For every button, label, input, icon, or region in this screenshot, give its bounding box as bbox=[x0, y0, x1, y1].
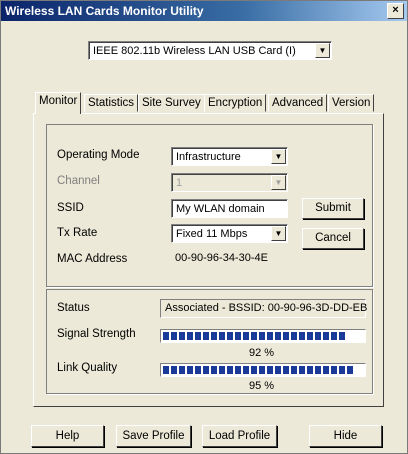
mac-address-label: MAC Address bbox=[57, 253, 128, 265]
adapter-select-value: IEEE 802.11b Wireless LAN USB Card (I) bbox=[93, 45, 296, 57]
save-profile-button[interactable]: Save Profile bbox=[116, 425, 191, 447]
help-button[interactable]: Help bbox=[31, 425, 104, 447]
operating-mode-select[interactable]: Infrastructure ▼ bbox=[171, 147, 288, 166]
operating-mode-value: Infrastructure bbox=[176, 151, 241, 163]
tab-monitor[interactable]: Monitor bbox=[35, 92, 82, 114]
signal-strength-fill bbox=[163, 332, 347, 340]
signal-strength-bar bbox=[160, 329, 366, 343]
load-profile-button[interactable]: Load Profile bbox=[202, 425, 277, 447]
tab-advanced[interactable]: Advanced bbox=[268, 94, 328, 112]
ssid-label: SSID bbox=[57, 202, 84, 214]
tab-site-survey[interactable]: Site Survey bbox=[138, 94, 205, 112]
tab-version[interactable]: Version bbox=[328, 94, 375, 112]
close-icon[interactable]: × bbox=[387, 3, 404, 19]
ssid-input[interactable]: My WLAN domain bbox=[171, 199, 288, 218]
cancel-button[interactable]: Cancel bbox=[302, 228, 364, 249]
channel-value: 1 bbox=[176, 177, 183, 189]
app-window: Wireless LAN Cards Monitor Utility × IEE… bbox=[0, 0, 408, 454]
hide-button[interactable]: Hide bbox=[309, 425, 382, 447]
channel-label: Channel bbox=[57, 175, 100, 187]
tx-rate-value: Fixed 11 Mbps bbox=[176, 228, 248, 240]
status-group: Status Associated - BSSID: 00-90-96-3D-D… bbox=[46, 289, 373, 394]
window-title: Wireless LAN Cards Monitor Utility bbox=[5, 4, 204, 18]
chevron-down-icon[interactable]: ▼ bbox=[271, 149, 286, 164]
adapter-select[interactable]: IEEE 802.11b Wireless LAN USB Card (I) ▼ bbox=[88, 41, 332, 60]
channel-select: 1 ▼ bbox=[171, 173, 288, 192]
tab-statistics[interactable]: Statistics bbox=[84, 94, 139, 112]
chevron-down-icon[interactable]: ▼ bbox=[271, 226, 286, 241]
tx-rate-select[interactable]: Fixed 11 Mbps ▼ bbox=[171, 224, 288, 243]
tx-rate-label: Tx Rate bbox=[57, 227, 98, 239]
settings-group: Operating Mode Infrastructure ▼ Channel … bbox=[46, 124, 373, 287]
signal-strength-percent: 92 % bbox=[249, 347, 275, 359]
chevron-down-icon: ▼ bbox=[271, 175, 286, 190]
mac-address-value: 00-90-96-34-30-4E bbox=[175, 252, 268, 264]
link-quality-fill bbox=[163, 366, 353, 374]
status-label: Status bbox=[57, 302, 90, 314]
status-value: Associated - BSSID: 00-90-96-3D-DD-EB bbox=[160, 299, 367, 318]
signal-strength-label: Signal Strength bbox=[57, 328, 136, 340]
link-quality-label: Link Quality bbox=[57, 362, 118, 374]
operating-mode-label: Operating Mode bbox=[57, 149, 140, 161]
tab-encryption[interactable]: Encryption bbox=[204, 94, 267, 112]
submit-button[interactable]: Submit bbox=[302, 198, 364, 219]
monitor-panel: Operating Mode Infrastructure ▼ Channel … bbox=[33, 113, 384, 407]
link-quality-percent: 95 % bbox=[249, 380, 275, 392]
title-bar[interactable]: Wireless LAN Cards Monitor Utility × bbox=[1, 1, 407, 21]
chevron-down-icon[interactable]: ▼ bbox=[315, 43, 330, 58]
link-quality-bar bbox=[160, 363, 366, 377]
